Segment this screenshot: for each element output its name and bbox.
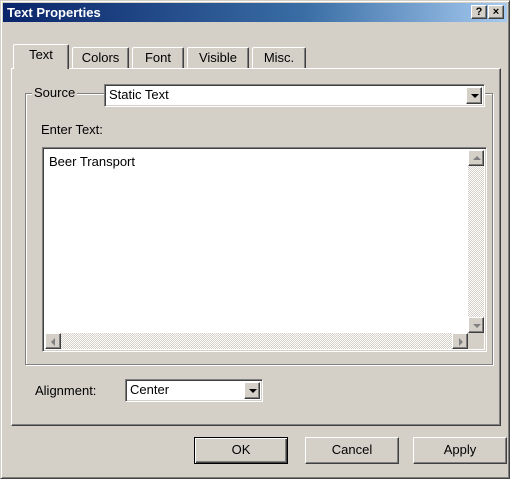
source-dropdown[interactable]: Static Text: [104, 84, 485, 107]
arrow-right-icon[interactable]: [452, 333, 468, 349]
title-bar[interactable]: Text Properties ? ×: [3, 3, 507, 22]
tab-text[interactable]: Text: [13, 44, 69, 69]
alignment-dropdown[interactable]: Center: [125, 379, 263, 402]
source-label: Source: [32, 85, 78, 100]
tab-colors[interactable]: Colors: [72, 47, 129, 69]
scrollbar-corner: [468, 333, 484, 349]
chevron-down-icon[interactable]: [244, 382, 260, 399]
arrow-left-icon[interactable]: [45, 333, 61, 349]
close-button[interactable]: ×: [488, 5, 504, 19]
alignment-label: Alignment:: [35, 383, 97, 398]
arrow-down-icon[interactable]: [468, 317, 484, 333]
help-button[interactable]: ?: [471, 5, 487, 19]
horizontal-scrollbar[interactable]: [45, 333, 468, 349]
chevron-down-icon[interactable]: [466, 87, 482, 104]
enter-text-label: Enter Text:: [41, 122, 103, 137]
text-properties-dialog: Text Properties ? × Text Colors Font Vis…: [0, 0, 510, 479]
cancel-button[interactable]: Cancel: [305, 437, 399, 464]
tab-visible[interactable]: Visible: [187, 47, 249, 69]
vertical-scrollbar[interactable]: [468, 150, 484, 333]
tab-misc[interactable]: Misc.: [252, 47, 306, 69]
ok-button[interactable]: OK: [194, 437, 288, 464]
arrow-up-icon[interactable]: [468, 150, 484, 166]
source-value: Static Text: [109, 87, 169, 102]
apply-button[interactable]: Apply: [413, 437, 507, 464]
text-area[interactable]: Beer Transport: [42, 147, 487, 352]
text-area-value: Beer Transport: [49, 154, 135, 169]
window-title: Text Properties: [7, 5, 101, 20]
tab-font[interactable]: Font: [132, 47, 184, 69]
alignment-value: Center: [130, 382, 170, 397]
